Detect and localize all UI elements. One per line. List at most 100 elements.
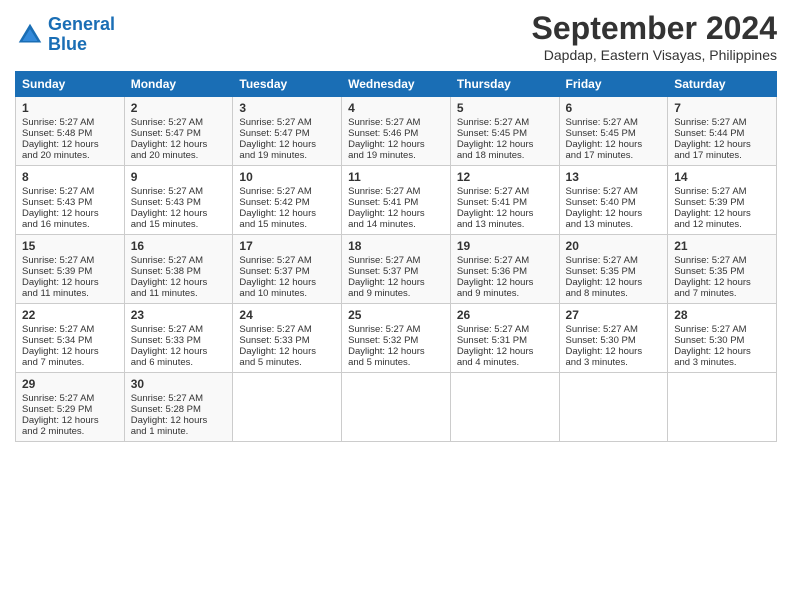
day-info: Daylight: 12 hours: [22, 346, 118, 357]
day-info: Daylight: 12 hours: [239, 139, 335, 150]
day-number: 20: [566, 239, 662, 253]
day-info: and 1 minute.: [131, 426, 227, 437]
calendar-cell: 23 Sunrise: 5:27 AMSunset: 5:33 PMDayligh…: [124, 304, 233, 373]
day-info: and 19 minutes.: [348, 150, 444, 161]
day-number: 1: [22, 101, 118, 115]
day-number: 17: [239, 239, 335, 253]
calendar-cell: 14Sunrise: 5:27 AMSunset: 5:39 PMDayligh…: [668, 166, 777, 235]
day-info: Sunrise: 5:27 AM: [566, 324, 662, 335]
day-info: Sunrise: 5:27 AM: [22, 186, 118, 197]
day-info: Daylight: 12 hours: [22, 277, 118, 288]
day-info: Sunset: 5:45 PM: [457, 128, 553, 139]
day-info: Sunrise: 5:27 AM: [239, 255, 335, 266]
day-number: 8: [22, 170, 118, 184]
day-info: Daylight: 12 hours: [22, 415, 118, 426]
calendar-cell: [233, 373, 342, 442]
day-info: and 5 minutes.: [348, 357, 444, 368]
col-tuesday: Tuesday: [233, 72, 342, 97]
day-info: Sunrise: 5:27 AM: [674, 255, 770, 266]
day-number: 30: [131, 377, 227, 391]
day-info: and 8 minutes.: [566, 288, 662, 299]
calendar-week-5: 29 Sunrise: 5:27 AM Sunset: 5:29 PMDayligh…: [16, 373, 777, 442]
calendar-cell: 22Sunrise: 5:27 AMSunset: 5:34 PMDayligh…: [16, 304, 125, 373]
day-info: Sunrise: 5:27 AM: [131, 393, 227, 404]
day-info: and 4 minutes.: [457, 357, 553, 368]
day-info: Sunset: 5:29 PM: [22, 404, 118, 415]
day-info: Sunrise: 5:27 AM: [22, 324, 118, 335]
calendar-cell: 26Sunrise: 5:27 AMSunset: 5:31 PMDayligh…: [450, 304, 559, 373]
day-info: Daylight: 12 hours: [239, 346, 335, 357]
day-info: and 20 minutes.: [22, 150, 118, 161]
calendar-cell: 24Sunrise: 5:27 AMSunset: 5:33 PMDayligh…: [233, 304, 342, 373]
day-info: Sunrise: 5:27 AM: [131, 117, 227, 128]
day-info: and 13 minutes.: [457, 219, 553, 230]
day-info: and 11 minutes.: [22, 288, 118, 299]
day-info: Sunset: 5:40 PM: [566, 197, 662, 208]
day-info: Sunrise: 5:27 AM: [674, 324, 770, 335]
day-info: Daylight: 12 hours: [674, 139, 770, 150]
day-number: 5: [457, 101, 553, 115]
day-info: and 18 minutes.: [457, 150, 553, 161]
calendar-cell: 15Sunrise: 5:27 AMSunset: 5:39 PMDayligh…: [16, 235, 125, 304]
day-number: 19: [457, 239, 553, 253]
logo-text: General Blue: [48, 15, 115, 55]
day-number: 23: [131, 308, 227, 322]
day-info: Daylight: 12 hours: [674, 208, 770, 219]
day-info: Sunrise: 5:27 AM: [674, 117, 770, 128]
day-info: Daylight: 12 hours: [457, 346, 553, 357]
day-number: 10: [239, 170, 335, 184]
day-info: Daylight: 12 hours: [131, 346, 227, 357]
calendar-cell: 20 Sunrise: 5:27 AMSunset: 5:35 PMDayligh…: [559, 235, 668, 304]
day-info: and 2 minutes.: [22, 426, 118, 437]
day-info: Daylight: 12 hours: [566, 277, 662, 288]
day-info: Sunset: 5:45 PM: [566, 128, 662, 139]
day-info: and 19 minutes.: [239, 150, 335, 161]
day-info: Sunrise: 5:27 AM: [348, 186, 444, 197]
day-info: Sunset: 5:42 PM: [239, 197, 335, 208]
day-number: 13: [566, 170, 662, 184]
day-info: Daylight: 12 hours: [566, 208, 662, 219]
day-info: Daylight: 12 hours: [674, 277, 770, 288]
day-info: Sunset: 5:35 PM: [566, 266, 662, 277]
day-info: Sunrise: 5:27 AM: [566, 186, 662, 197]
day-info: Sunrise: 5:27 AM: [131, 255, 227, 266]
day-info: Sunrise: 5:27 AM: [566, 255, 662, 266]
day-info: and 12 minutes.: [674, 219, 770, 230]
day-info: and 6 minutes.: [131, 357, 227, 368]
day-number: 6: [566, 101, 662, 115]
day-info: Sunset: 5:47 PM: [239, 128, 335, 139]
day-info: Daylight: 12 hours: [566, 139, 662, 150]
logo: General Blue: [15, 15, 115, 55]
day-info: Sunset: 5:39 PM: [674, 197, 770, 208]
day-info: Sunset: 5:33 PM: [131, 335, 227, 346]
day-info: Sunrise: 5:27 AM: [348, 324, 444, 335]
day-info: Sunset: 5:30 PM: [674, 335, 770, 346]
calendar-cell: 10Sunrise: 5:27 AMSunset: 5:42 PMDayligh…: [233, 166, 342, 235]
day-number: 29: [22, 377, 118, 391]
day-info: Sunset: 5:39 PM: [22, 266, 118, 277]
day-info: Sunrise: 5:27 AM: [131, 324, 227, 335]
col-thursday: Thursday: [450, 72, 559, 97]
day-info: Sunset: 5:43 PM: [22, 197, 118, 208]
calendar-cell: 18Sunrise: 5:27 AMSunset: 5:37 PMDayligh…: [342, 235, 451, 304]
day-info: Sunset: 5:28 PM: [131, 404, 227, 415]
calendar-cell: 17Sunrise: 5:27 AMSunset: 5:37 PMDayligh…: [233, 235, 342, 304]
day-number: 28: [674, 308, 770, 322]
day-info: Sunrise: 5:27 AM: [22, 117, 118, 128]
day-info: Sunrise: 5:27 AM: [566, 117, 662, 128]
day-info: Sunset: 5:47 PM: [131, 128, 227, 139]
calendar-table: Sunday Monday Tuesday Wednesday Thursday…: [15, 71, 777, 442]
day-info: Sunrise: 5:27 AM: [457, 117, 553, 128]
calendar-cell: 29Sunrise: 5:27 AMSunset: 5:29 PMDayligh…: [16, 373, 125, 442]
calendar-week-4: 22Sunrise: 5:27 AMSunset: 5:34 PMDayligh…: [16, 304, 777, 373]
day-info: Daylight: 12 hours: [457, 208, 553, 219]
calendar-cell: 19Sunrise: 5:27 AMSunset: 5:36 PMDayligh…: [450, 235, 559, 304]
day-info: Daylight: 12 hours: [674, 346, 770, 357]
day-info: Sunrise: 5:27 AM: [239, 324, 335, 335]
day-number: 25: [348, 308, 444, 322]
day-number: 14: [674, 170, 770, 184]
day-info: Daylight: 12 hours: [348, 277, 444, 288]
day-info: Sunrise: 5:27 AM: [457, 324, 553, 335]
day-info: and 5 minutes.: [239, 357, 335, 368]
header: General Blue September 2024 Dapdap, East…: [15, 10, 777, 63]
